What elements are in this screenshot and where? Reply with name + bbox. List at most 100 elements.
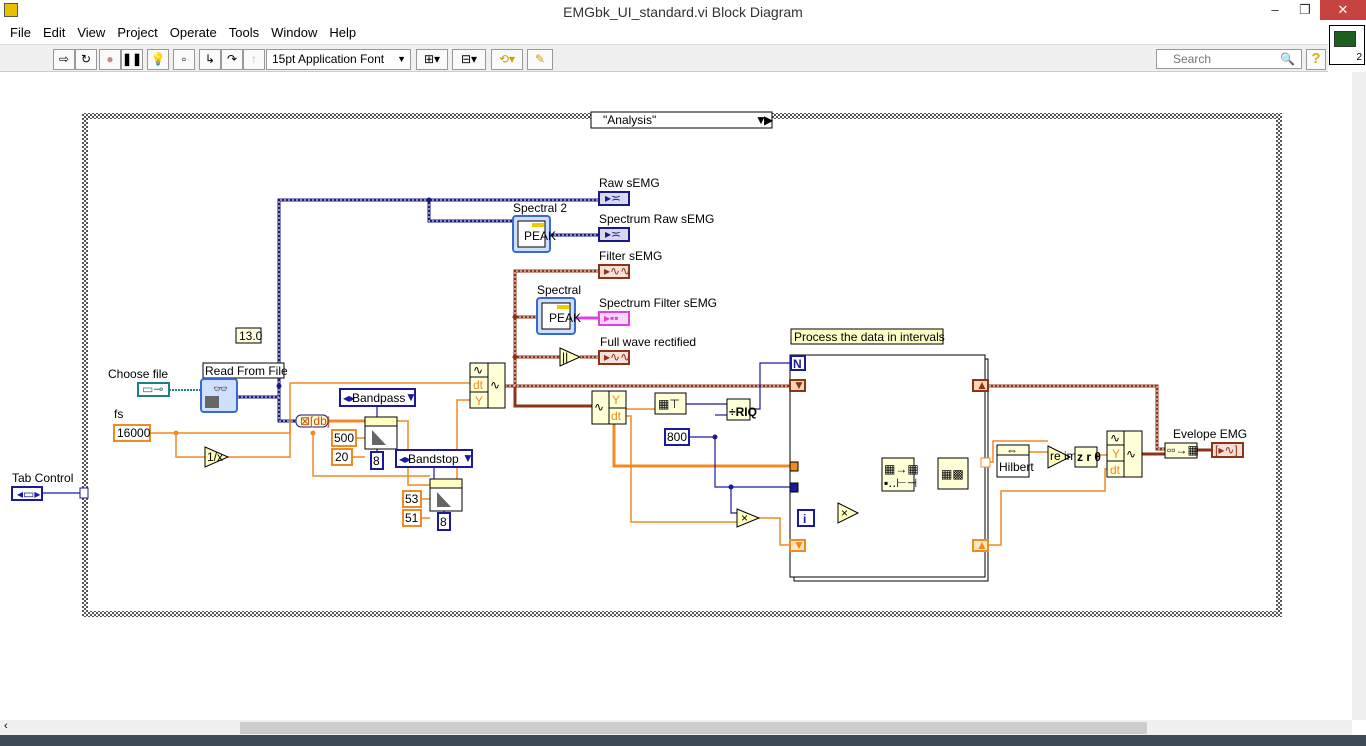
svg-text:1/x: 1/x (207, 450, 223, 464)
shift-register-left-dt[interactable]: ▼ (789, 538, 806, 552)
full-wave-label: Full wave rectified (600, 335, 696, 349)
increment-arrow-icon: ▶ (764, 113, 774, 127)
bandstop-filter-node[interactable] (429, 478, 463, 512)
svg-text:▦▩: ▦▩ (941, 467, 964, 481)
shift-register-right-dt[interactable]: ▲ (972, 538, 989, 552)
svg-text:▭⊸: ▭⊸ (142, 382, 163, 396)
array-max-min-node[interactable]: ▦▩ (937, 457, 969, 490)
svg-text:▼: ▼ (405, 390, 417, 404)
svg-text:800: 800 (667, 430, 687, 444)
complex-to-polar-node[interactable]: z r θ (1074, 446, 1101, 468)
free-label-comment: Process the data in intervals (790, 328, 945, 345)
svg-text:▼: ▼ (793, 378, 805, 392)
bandpass-order[interactable]: 8 (370, 451, 384, 470)
svg-text:53: 53 (405, 492, 419, 506)
choose-file-label: Choose file (108, 367, 168, 381)
svg-text:Bandpass: Bandpass (352, 391, 405, 405)
svg-text:Process the data in intervals: Process the data in intervals (794, 330, 945, 344)
loop-count-terminal: N (790, 355, 806, 371)
case-selector[interactable]: "Analysis" ▼ ▶ (590, 111, 774, 129)
scroll-left-icon[interactable]: ‹ (4, 720, 8, 732)
tab-control-label: Tab Control (12, 471, 73, 485)
svg-text:51: 51 (405, 511, 419, 525)
glasses-icon: 👓 (213, 382, 228, 396)
svg-text:▪‥⊢⊣: ▪‥⊢⊣ (884, 476, 917, 490)
build-array-node[interactable]: ▫▫→▦ (1164, 442, 1199, 459)
filter-semg-label: Filter sEMG (599, 249, 662, 263)
svg-text:Y: Y (612, 393, 620, 407)
version-constant[interactable]: 13.0 (235, 327, 263, 344)
svg-text:∿: ∿ (1110, 431, 1120, 445)
hilbert-node[interactable]: ⇔ Hilbert (996, 443, 1034, 478)
case-selector-value: "Analysis" (603, 113, 656, 127)
build-waveform-envelope-node[interactable]: ∿ Ydt ∿ (1106, 430, 1143, 478)
bandpass-filter-node[interactable] (364, 416, 398, 450)
horizontal-scrollbar[interactable]: ‹ (0, 720, 1352, 735)
svg-text:8: 8 (440, 515, 447, 529)
raw-semg-indicator[interactable]: ▸≍ (598, 191, 630, 206)
svg-text:▸∿∿: ▸∿∿ (604, 350, 630, 364)
get-waveform-components-node[interactable]: ∿ Ydt (591, 390, 627, 425)
full-wave-indicator[interactable]: ▸∿∿ (598, 350, 630, 365)
svg-text:i: i (803, 512, 806, 526)
svg-text:▼: ▼ (462, 451, 474, 465)
spectral2-express-vi[interactable]: PEAK (512, 215, 556, 253)
svg-text:dt: dt (611, 409, 622, 423)
array-size-node[interactable]: ▦⊤ (654, 392, 687, 415)
loop-output-tunnel (980, 457, 991, 468)
bandstop-type-ring[interactable]: ◂▸Bandstop ▼ (395, 449, 474, 468)
bandpass-low-cutoff[interactable]: 20 (331, 448, 353, 466)
svg-text:∿: ∿ (594, 400, 604, 414)
block-diagram: "Analysis" ▼ ▶ Tab Control ◂▭▸ 13.0 Choo… (11, 111, 1282, 617)
filter-semg-indicator[interactable]: ▸∿∿ (598, 264, 630, 279)
svg-text:z r θ: z r θ (1077, 450, 1101, 464)
spectral-label: Spectral (537, 283, 581, 297)
spectrum-filter-indicator[interactable]: ▸▪▪ (598, 311, 630, 326)
vertical-scrollbar[interactable] (1352, 72, 1366, 720)
svg-text:Y: Y (475, 394, 483, 408)
svg-text:◂▭▸: ◂▭▸ (17, 487, 40, 501)
horizontal-scroll-thumb[interactable] (240, 722, 1147, 734)
spectral-express-vi[interactable]: PEAK (536, 297, 581, 335)
svg-text:500: 500 (334, 431, 354, 445)
svg-text:▸∿∿: ▸∿∿ (604, 264, 630, 278)
loop-tunnel-array (789, 461, 799, 472)
bandpass-type-ring[interactable]: ◂▸Bandpass ▼ (339, 388, 417, 407)
build-waveform-node[interactable]: ∿dtY∿ (469, 362, 506, 409)
svg-text:||: || (562, 350, 568, 364)
svg-text:▲: ▲ (976, 538, 988, 552)
array-subset-node[interactable]: ▦→▦▪‥⊢⊣ (881, 457, 919, 492)
svg-text:▼: ▼ (793, 538, 805, 552)
shift-register-right-waveform[interactable]: ▲ (972, 378, 989, 392)
taskbar (0, 735, 1366, 746)
svg-text:Hilbert: Hilbert (999, 460, 1034, 474)
bandstop-low-cutoff[interactable]: 51 (402, 509, 422, 527)
tab-control-terminal[interactable]: ◂▭▸ (11, 486, 43, 501)
interval-constant[interactable]: 800 (664, 428, 690, 446)
fs-control[interactable]: 16000 (113, 424, 151, 442)
spectrum-raw-label: Spectrum Raw sEMG (599, 212, 714, 226)
bandpass-high-cutoff[interactable]: 500 (331, 429, 357, 447)
svg-text:∿: ∿ (473, 363, 483, 377)
bandstop-high-cutoff[interactable]: 53 (402, 490, 422, 508)
bandstop-order[interactable]: 8 (437, 512, 451, 531)
svg-text:⊠[db]: ⊠[db] (300, 414, 330, 428)
spectrum-filter-label: Spectrum Filter sEMG (599, 296, 717, 310)
convert-dynamic-data-node[interactable]: ⊠[db] (295, 414, 330, 428)
case-tunnel (79, 487, 89, 499)
svg-text:∿: ∿ (1126, 447, 1136, 461)
shift-register-left-waveform[interactable]: ▼ (789, 378, 806, 392)
svg-text:▲: ▲ (976, 378, 988, 392)
svg-text:Read From File: Read From File (205, 364, 288, 378)
svg-text:N: N (793, 357, 802, 371)
envelope-emg-indicator[interactable]: [▸∿] (1211, 442, 1244, 458)
envelope-emg-label: Evelope EMG (1173, 427, 1247, 441)
choose-file-terminal[interactable]: ▭⊸ (137, 382, 170, 397)
loop-iteration-terminal: i (797, 509, 815, 527)
svg-text:▸▪▪: ▸▪▪ (604, 311, 619, 325)
spectrum-raw-indicator[interactable]: ▸≍ (598, 227, 630, 242)
svg-text:dt: dt (473, 378, 484, 392)
svg-text:÷RIQ: ÷RIQ (729, 405, 757, 419)
svg-text:dt: dt (1110, 463, 1121, 477)
svg-text:20: 20 (335, 450, 349, 464)
